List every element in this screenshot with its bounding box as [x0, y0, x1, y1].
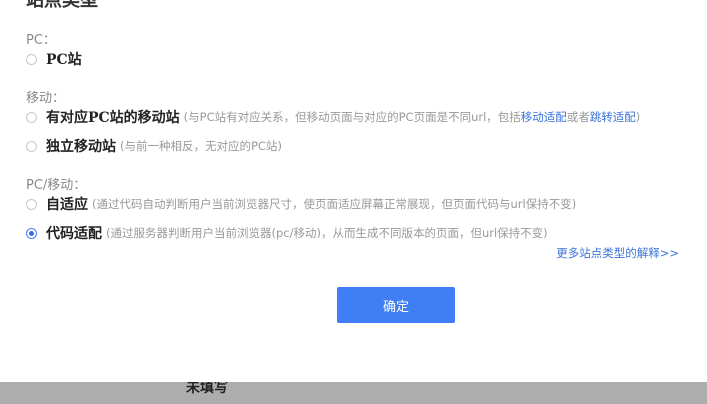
option-description: (通过代码自动判断用户当前浏览器尺寸，使页面适应屏幕正常展现，但页面代码与url… — [92, 197, 577, 211]
option-pc-site[interactable]: PC站 — [26, 49, 82, 69]
redirect-adaptation-link[interactable]: 跳转适配 — [590, 110, 636, 124]
option-description: (与前一种相反，无对应的PC站) — [120, 139, 282, 153]
option-standalone-mobile[interactable]: 独立移动站 (与前一种相反，无对应的PC站) — [26, 136, 282, 156]
group-label-pc-mobile: PC/移动： — [26, 178, 87, 193]
option-responsive[interactable]: 自适应 (通过代码自动判断用户当前浏览器尺寸，使页面适应屏幕正常展现，但页面代码… — [26, 194, 576, 214]
option-label: PC站 — [46, 52, 82, 68]
option-label: 有对应PC站的移动站 — [46, 110, 180, 126]
radio-pc-site[interactable] — [26, 53, 37, 65]
option-label: 自适应 — [46, 197, 88, 213]
group-label-mobile: 移动： — [26, 91, 66, 106]
option-label: 独立移动站 — [46, 139, 116, 155]
confirm-button[interactable]: 确定 — [337, 287, 455, 323]
background-overlay: 未填写 — [0, 382, 707, 404]
option-mobile-with-pc[interactable]: 有对应PC站的移动站 (与PC站有对应关系，但移动页面与对应的PC页面是不同ur… — [26, 107, 640, 127]
radio-mobile-with-pc[interactable] — [26, 111, 37, 123]
background-status-text: 未填写 — [186, 382, 228, 396]
group-label-pc: PC： — [26, 33, 56, 48]
mobile-adaptation-link[interactable]: 移动适配 — [521, 110, 567, 124]
option-description: (与PC站有对应关系，但移动页面与对应的PC页面是不同url，包括移动适配或者跳… — [183, 110, 641, 124]
radio-standalone-mobile[interactable] — [26, 140, 37, 152]
dialog-title-partial: 站点类型 — [26, 0, 98, 11]
radio-responsive[interactable] — [26, 198, 37, 210]
option-code-adaptation[interactable]: 代码适配 (通过服务器判断用户当前浏览器(pc/移动)，从而生成不同版本的页面，… — [26, 223, 548, 243]
option-label: 代码适配 — [46, 226, 102, 242]
radio-code-adaptation[interactable] — [26, 227, 37, 239]
option-description: (通过服务器判断用户当前浏览器(pc/移动)，从而生成不同版本的页面，但url保… — [106, 226, 548, 240]
more-site-types-link[interactable]: 更多站点类型的解释>> — [556, 245, 679, 261]
